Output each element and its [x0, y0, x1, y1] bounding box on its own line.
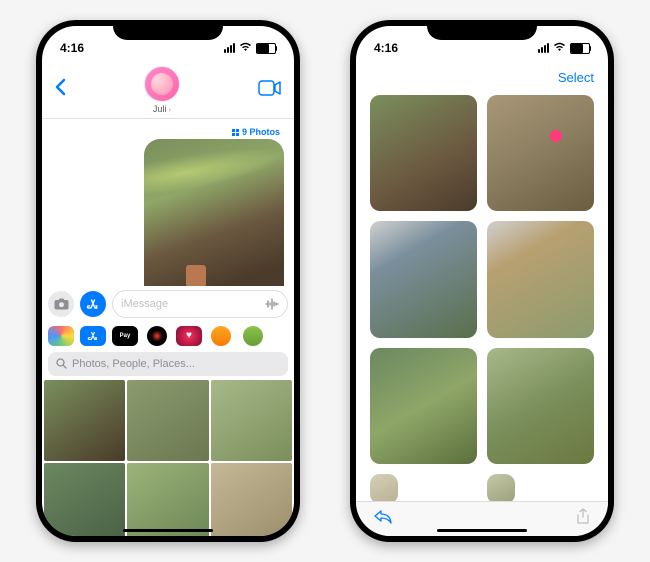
photo-thumb[interactable]: [487, 95, 594, 211]
back-button[interactable]: [54, 78, 66, 102]
photo-thumb[interactable]: [370, 348, 477, 464]
status-time: 4:16: [374, 41, 398, 55]
photo-thumb[interactable]: [487, 221, 594, 337]
status-time: 4:16: [60, 41, 84, 55]
photo-thumb[interactable]: [370, 221, 477, 337]
thumb[interactable]: [127, 463, 208, 536]
photo-search-input[interactable]: Photos, People, Places...: [48, 352, 288, 376]
app-chip-photos[interactable]: [48, 326, 74, 346]
app-chip-appstore[interactable]: [80, 326, 106, 346]
wifi-icon: [553, 42, 566, 55]
photo-message-bubble[interactable]: [144, 139, 284, 286]
audio-wave-icon[interactable]: [265, 298, 279, 310]
iphone-right: 4:16 Select: [350, 20, 614, 542]
input-row: iMessage: [42, 286, 294, 322]
thumb[interactable]: [211, 463, 292, 536]
message-input[interactable]: iMessage: [112, 290, 288, 318]
thumb[interactable]: [127, 380, 208, 461]
home-indicator[interactable]: [437, 529, 527, 532]
notch: [113, 20, 223, 40]
grid-icon: [232, 129, 239, 136]
photo-thumb[interactable]: [487, 474, 515, 501]
photo-picker-grid[interactable]: [42, 380, 294, 537]
app-chip-applepay[interactable]: Pay: [112, 326, 138, 346]
wifi-icon: [239, 42, 252, 55]
app-chip-fitness[interactable]: [147, 326, 167, 346]
chevron-right-icon: ›: [168, 105, 171, 114]
reply-button[interactable]: [374, 509, 392, 529]
facetime-button[interactable]: [258, 80, 282, 101]
photo-thumb[interactable]: [370, 474, 398, 501]
share-button[interactable]: [576, 508, 590, 530]
messages-body[interactable]: 9 Photos: [42, 119, 294, 286]
contact-header[interactable]: Juli ›: [144, 66, 180, 114]
app-chip-memoji-2[interactable]: [243, 326, 263, 346]
home-indicator[interactable]: [123, 529, 213, 532]
screen-photo-select: 4:16 Select: [356, 26, 608, 536]
status-right: [538, 42, 590, 55]
contact-name-label: Juli: [153, 104, 167, 114]
search-icon: [56, 358, 67, 369]
select-header: Select: [356, 66, 608, 91]
select-button[interactable]: Select: [558, 70, 594, 85]
signal-icon: [224, 43, 235, 53]
appstore-apps-button[interactable]: [80, 291, 106, 317]
message-placeholder: iMessage: [121, 298, 168, 310]
photo-stack-count[interactable]: 9 Photos: [52, 125, 284, 139]
photo-thumb[interactable]: [487, 348, 594, 464]
signal-icon: [538, 43, 549, 53]
photo-thumb[interactable]: [370, 95, 477, 211]
notch: [427, 20, 537, 40]
battery-icon: [256, 43, 276, 54]
avatar: [144, 66, 180, 102]
screen-messages: 4:16 Juli ›: [42, 26, 294, 536]
iphone-left: 4:16 Juli ›: [36, 20, 300, 542]
messages-header: Juli ›: [42, 66, 294, 119]
app-strip[interactable]: Pay ♥: [42, 322, 294, 350]
status-right: [224, 42, 276, 55]
photo-search-row: Photos, People, Places...: [42, 350, 294, 380]
thumb[interactable]: [44, 463, 125, 536]
battery-icon: [570, 43, 590, 54]
app-chip-heart[interactable]: ♥: [176, 326, 202, 346]
thumb[interactable]: [44, 380, 125, 461]
camera-button[interactable]: [48, 291, 74, 317]
photo-grid[interactable]: [356, 91, 608, 501]
thumb[interactable]: [211, 380, 292, 461]
search-placeholder: Photos, People, Places...: [72, 358, 195, 370]
app-chip-memoji-1[interactable]: [211, 326, 231, 346]
